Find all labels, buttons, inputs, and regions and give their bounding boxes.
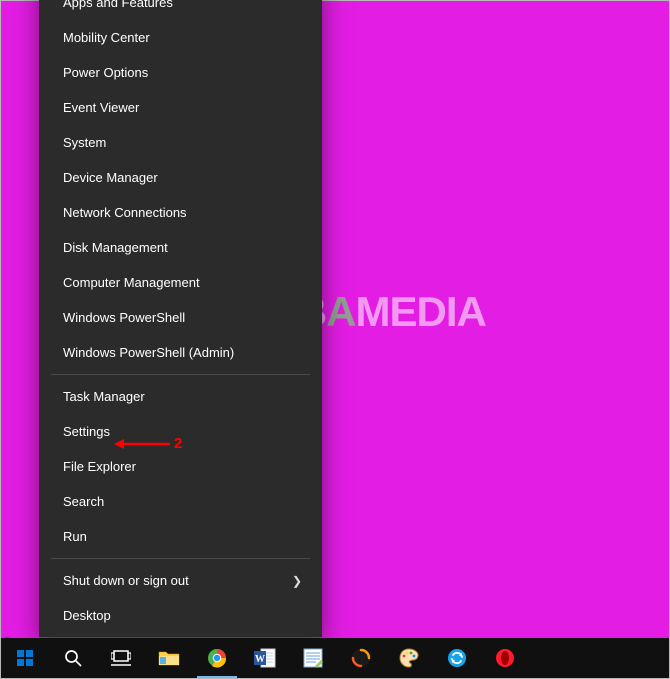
menu-item-computer-management[interactable]: Computer Management bbox=[39, 265, 322, 300]
media-button[interactable] bbox=[337, 638, 385, 678]
annotation-label-2: 2 bbox=[174, 435, 182, 452]
taskbar: W bbox=[1, 638, 669, 678]
menu-item-file-explorer[interactable]: File Explorer bbox=[39, 449, 322, 484]
menu-item-label: Settings bbox=[63, 424, 110, 439]
menu-separator bbox=[51, 374, 310, 375]
notepadpp-button[interactable] bbox=[289, 638, 337, 678]
windows-icon bbox=[17, 650, 33, 666]
sync-icon bbox=[447, 648, 467, 668]
menu-item-label: Disk Management bbox=[63, 240, 168, 255]
swirl-icon bbox=[351, 648, 371, 668]
palette-icon bbox=[399, 648, 419, 668]
menu-item-shutdown[interactable]: Shut down or sign out ❯ bbox=[39, 563, 322, 598]
opera-icon bbox=[495, 648, 515, 668]
taskview-icon bbox=[111, 650, 131, 666]
menu-item-event-viewer[interactable]: Event Viewer bbox=[39, 90, 322, 125]
folder-icon bbox=[158, 649, 180, 667]
winx-context-menu: Apps and Features Mobility Center Power … bbox=[39, 0, 322, 637]
start-button[interactable] bbox=[1, 638, 49, 678]
menu-item-task-manager[interactable]: Task Manager bbox=[39, 379, 322, 414]
menu-item-disk-management[interactable]: Disk Management bbox=[39, 230, 322, 265]
menu-item-system[interactable]: System bbox=[39, 125, 322, 160]
menu-item-apps-features[interactable]: Apps and Features bbox=[39, 0, 322, 20]
menu-item-device-manager[interactable]: Device Manager bbox=[39, 160, 322, 195]
menu-item-mobility-center[interactable]: Mobility Center bbox=[39, 20, 322, 55]
menu-item-label: Network Connections bbox=[63, 205, 187, 220]
menu-item-label: Computer Management bbox=[63, 275, 200, 290]
sync-button[interactable] bbox=[433, 638, 481, 678]
menu-item-power-options[interactable]: Power Options bbox=[39, 55, 322, 90]
opera-button[interactable] bbox=[481, 638, 529, 678]
svg-text:W: W bbox=[255, 654, 265, 665]
menu-item-label: Windows PowerShell (Admin) bbox=[63, 345, 234, 360]
menu-item-label: Desktop bbox=[63, 608, 111, 623]
search-icon bbox=[64, 649, 82, 667]
menu-item-label: Windows PowerShell bbox=[63, 310, 185, 325]
menu-item-search[interactable]: Search bbox=[39, 484, 322, 519]
menu-item-desktop[interactable]: Desktop bbox=[39, 598, 322, 633]
taskview-button[interactable] bbox=[97, 638, 145, 678]
chrome-button[interactable] bbox=[193, 638, 241, 678]
menu-separator bbox=[51, 558, 310, 559]
menu-item-powershell-admin[interactable]: Windows PowerShell (Admin) bbox=[39, 335, 322, 370]
menu-item-label: Run bbox=[63, 529, 87, 544]
notepadpp-icon bbox=[303, 648, 323, 668]
word-icon: W bbox=[254, 648, 276, 668]
chrome-icon bbox=[207, 648, 227, 668]
menu-item-label: Shut down or sign out bbox=[63, 573, 189, 588]
chevron-right-icon: ❯ bbox=[292, 574, 302, 588]
menu-item-run[interactable]: Run bbox=[39, 519, 322, 554]
menu-item-powershell[interactable]: Windows PowerShell bbox=[39, 300, 322, 335]
menu-item-label: File Explorer bbox=[63, 459, 136, 474]
search-button[interactable] bbox=[49, 638, 97, 678]
menu-item-network-connections[interactable]: Network Connections bbox=[39, 195, 322, 230]
menu-item-label: Task Manager bbox=[63, 389, 145, 404]
menu-item-label: Event Viewer bbox=[63, 100, 139, 115]
file-explorer-button[interactable] bbox=[145, 638, 193, 678]
menu-item-label: System bbox=[63, 135, 106, 150]
paint-button[interactable] bbox=[385, 638, 433, 678]
word-button[interactable]: W bbox=[241, 638, 289, 678]
menu-item-label: Device Manager bbox=[63, 170, 158, 185]
menu-item-label: Search bbox=[63, 494, 104, 509]
menu-item-label: Power Options bbox=[63, 65, 148, 80]
menu-item-label: Mobility Center bbox=[63, 30, 150, 45]
menu-item-label: Apps and Features bbox=[63, 0, 173, 10]
